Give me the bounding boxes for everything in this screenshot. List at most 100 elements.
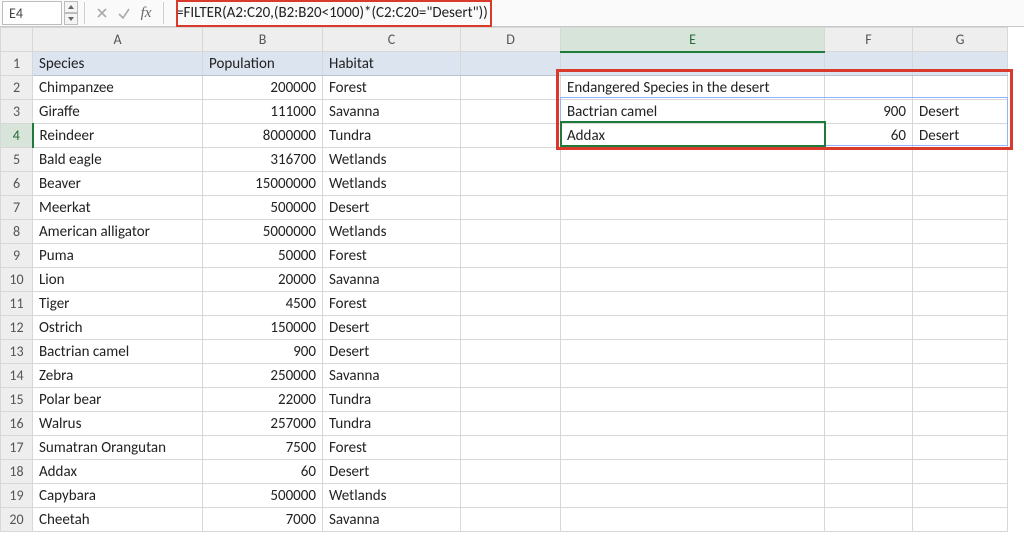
cell[interactable]: Wetlands [323,220,461,244]
cell[interactable]: Giraffe [33,100,203,124]
cell[interactable] [561,412,825,436]
row-header-20[interactable]: 20 [1,508,33,532]
cell[interactable] [913,508,1008,532]
row-header-14[interactable]: 14 [1,364,33,388]
cell[interactable] [561,364,825,388]
cell[interactable] [825,436,913,460]
cell[interactable] [461,244,561,268]
cell[interactable] [825,412,913,436]
select-all-corner[interactable] [1,28,33,52]
cell[interactable]: Bald eagle [33,148,203,172]
cell[interactable] [561,172,825,196]
cell[interactable]: 22000 [203,388,323,412]
cell[interactable] [825,76,913,100]
cell[interactable] [461,364,561,388]
cell[interactable] [913,220,1008,244]
cell[interactable] [825,340,913,364]
cell[interactable] [461,316,561,340]
cell[interactable] [825,364,913,388]
cell[interactable] [913,340,1008,364]
cell[interactable] [461,268,561,292]
cell[interactable]: Walrus [33,412,203,436]
cell[interactable] [561,268,825,292]
cell[interactable] [825,196,913,220]
row-header-13[interactable]: 13 [1,340,33,364]
cell[interactable]: Zebra [33,364,203,388]
cell[interactable] [825,484,913,508]
spinner-up-icon[interactable] [64,1,78,13]
cell[interactable] [825,220,913,244]
cell[interactable]: Tundra [323,412,461,436]
cell[interactable]: Bactrian camel [33,340,203,364]
cell[interactable]: Savanna [323,508,461,532]
row-header-15[interactable]: 15 [1,388,33,412]
cell[interactable]: Desert [913,124,1008,148]
cell[interactable] [461,196,561,220]
cell[interactable]: Reindeer [33,124,203,148]
cell[interactable]: Forest [323,244,461,268]
cell[interactable]: 60 [203,460,323,484]
cell-active[interactable]: Addax [561,124,825,148]
cell[interactable] [561,508,825,532]
cell[interactable]: Desert [323,196,461,220]
cell[interactable] [825,268,913,292]
cell[interactable] [561,148,825,172]
row-header-10[interactable]: 10 [1,268,33,292]
cell-C1[interactable]: Habitat [323,52,461,76]
cell[interactable]: Sumatran Orangutan [33,436,203,460]
cell[interactable]: Desert [913,100,1008,124]
cell[interactable] [913,460,1008,484]
cell[interactable]: Lion [33,268,203,292]
cell-D1[interactable] [461,52,561,76]
cell[interactable]: Desert [323,460,461,484]
cell[interactable] [825,508,913,532]
cell[interactable] [913,412,1008,436]
cell[interactable]: 20000 [203,268,323,292]
cell[interactable]: 316700 [203,148,323,172]
row-header-8[interactable]: 8 [1,220,33,244]
cell[interactable] [913,364,1008,388]
row-header-5[interactable]: 5 [1,148,33,172]
cell[interactable] [561,340,825,364]
cell[interactable]: 50000 [203,244,323,268]
cell[interactable]: Savanna [323,364,461,388]
cell[interactable]: American alligator [33,220,203,244]
row-header-7[interactable]: 7 [1,196,33,220]
cell[interactable] [461,436,561,460]
cell[interactable]: 7000 [203,508,323,532]
cell[interactable]: 500000 [203,196,323,220]
cell[interactable]: Meerkat [33,196,203,220]
cell[interactable]: 900 [203,340,323,364]
name-box[interactable]: E4 [2,1,62,25]
cell[interactable] [913,76,1008,100]
cell[interactable] [561,460,825,484]
name-box-spinner[interactable] [64,1,78,25]
cell[interactable] [825,388,913,412]
cell[interactable] [561,220,825,244]
cell[interactable]: 257000 [203,412,323,436]
cell[interactable] [825,244,913,268]
cell[interactable] [461,340,561,364]
cell[interactable] [913,244,1008,268]
cell[interactable] [461,412,561,436]
cell[interactable]: Savanna [323,100,461,124]
cell[interactable] [461,172,561,196]
cell[interactable] [913,436,1008,460]
cancel-icon[interactable] [91,2,113,24]
cell-A1[interactable]: Species [33,52,203,76]
fx-icon[interactable]: fx [135,2,157,24]
col-header-E[interactable]: E [561,28,825,52]
cell[interactable] [825,172,913,196]
cell[interactable]: Tiger [33,292,203,316]
row-header-2[interactable]: 2 [1,76,33,100]
cell-E1[interactable] [561,52,825,76]
col-header-B[interactable]: B [203,28,323,52]
cell[interactable]: 250000 [203,364,323,388]
cell[interactable]: Forest [323,76,461,100]
cell[interactable] [461,76,561,100]
row-header-11[interactable]: 11 [1,292,33,316]
row-header-17[interactable]: 17 [1,436,33,460]
cell[interactable] [461,484,561,508]
cell[interactable]: Ostrich [33,316,203,340]
cell[interactable]: Forest [323,436,461,460]
